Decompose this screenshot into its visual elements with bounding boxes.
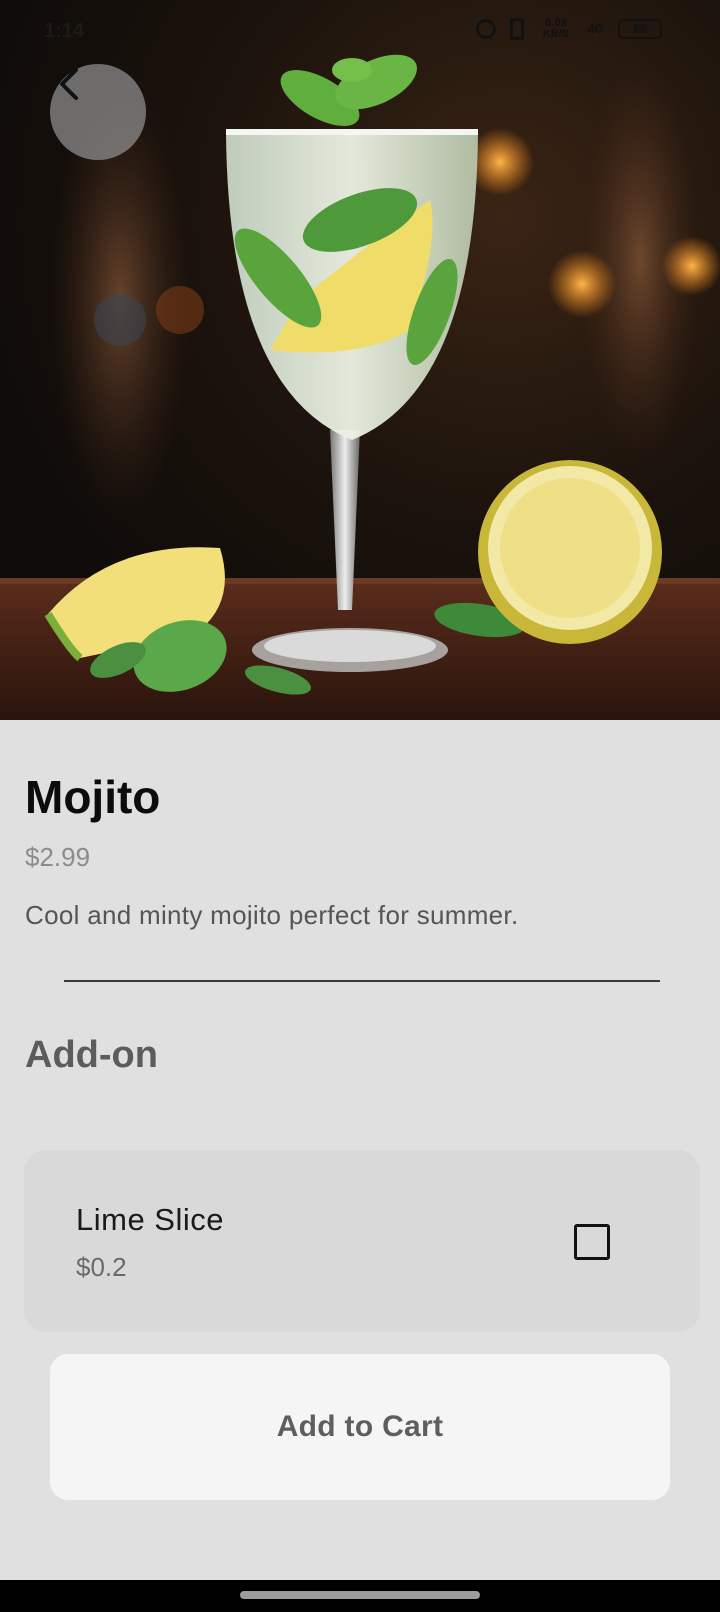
addon-name: Lime Slice [76, 1202, 224, 1237]
product-price: $2.99 [25, 842, 91, 872]
addon-section-title: Add-on [25, 1034, 158, 1076]
system-nav-bar [0, 1580, 720, 1612]
product-image: 1:14 0.02 KB/S 4G 85 [0, 0, 720, 720]
home-handle[interactable] [240, 1591, 480, 1599]
addon-item[interactable]: Lime Slice $0.2 [24, 1150, 700, 1332]
divider [64, 980, 660, 982]
back-button[interactable] [50, 64, 146, 160]
vibrate-icon [509, 18, 524, 40]
addon-checkbox[interactable] [574, 1224, 610, 1260]
status-icons: 0.02 KB/S 4G 85 [475, 17, 662, 40]
status-bar: 1:14 0.02 KB/S 4G 85 [0, 0, 720, 64]
product-description: Cool and minty mojito perfect for summer… [25, 900, 519, 930]
product-title: Mojito [25, 771, 161, 823]
alarm-icon [475, 19, 496, 39]
signal-icon: 4G [587, 22, 604, 36]
add-to-cart-button[interactable]: Add to Cart [50, 1354, 670, 1500]
status-time: 1:14 [44, 20, 85, 42]
chevron-left-icon [60, 68, 78, 100]
addon-price: $0.2 [76, 1252, 127, 1282]
network-speed: 0.02 KB/S [542, 17, 570, 40]
battery-icon: 85 [618, 19, 662, 39]
